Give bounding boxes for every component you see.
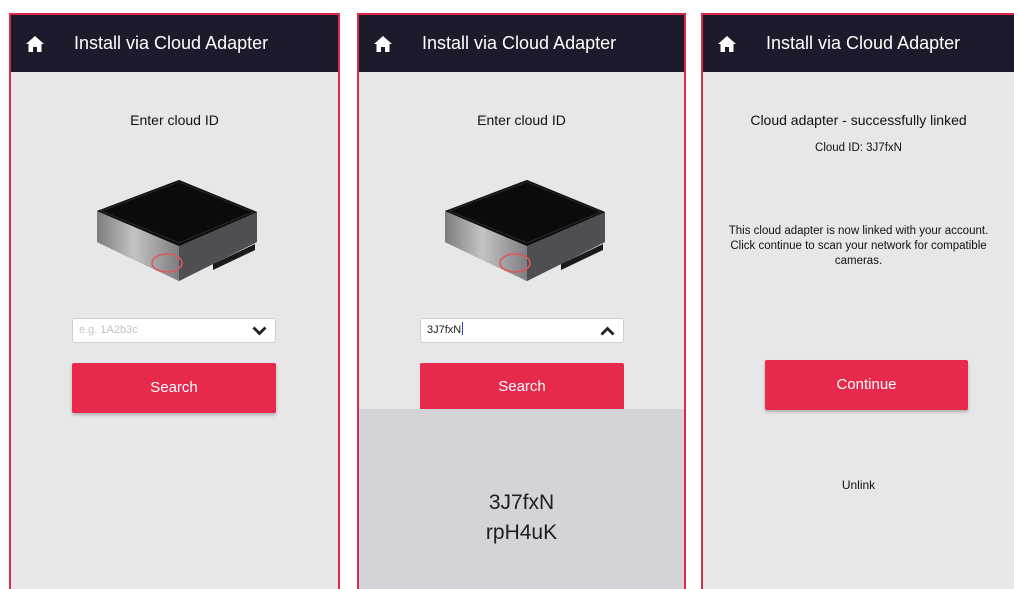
enter-cloud-id-heading: Enter cloud ID <box>130 112 219 128</box>
screen-enter-cloud-id-picker: Install via Cloud Adapter Enter cloud ID… <box>357 13 686 589</box>
screen-linked: Install via Cloud Adapter Cloud adapter … <box>701 13 1014 589</box>
search-button[interactable]: Search <box>420 363 624 409</box>
continue-button[interactable]: Continue <box>765 360 968 410</box>
screen-enter-cloud-id: Install via Cloud Adapter Enter cloud ID… <box>9 13 340 589</box>
cloud-id-placeholder: e.g. 1A2b3c <box>79 324 138 336</box>
home-icon[interactable] <box>374 36 392 52</box>
search-button[interactable]: Search <box>72 363 276 413</box>
page-title: Install via Cloud Adapter <box>422 33 617 53</box>
unlink-link[interactable]: Unlink <box>703 478 1014 492</box>
chevron-down-icon[interactable] <box>252 325 267 337</box>
top-bar: Install via Cloud Adapter <box>703 15 1014 72</box>
top-bar: Install via Cloud Adapter <box>11 15 338 72</box>
cloud-adapter-device-image <box>97 180 257 281</box>
page-title: Install via Cloud Adapter <box>766 33 961 53</box>
page-title: Install via Cloud Adapter <box>74 33 269 53</box>
picker-option[interactable]: rpH4uK <box>359 521 684 545</box>
cloud-id-value: 3J7fxN <box>427 324 462 336</box>
cloud-adapter-device-image <box>445 180 605 281</box>
cloud-id-text: Cloud ID: 3J7fxN <box>815 142 902 154</box>
text-cursor <box>462 322 464 335</box>
picker-option-selected[interactable]: 3J7fxN <box>359 491 684 515</box>
linked-heading: Cloud adapter - successfully linked <box>750 112 967 128</box>
cloud-id-dropdown[interactable]: 3J7fxN <box>420 318 624 343</box>
cloud-id-picker[interactable]: 3J7fxN rpH4uK <box>359 409 684 589</box>
enter-cloud-id-heading: Enter cloud ID <box>477 112 566 128</box>
home-icon[interactable] <box>718 36 736 52</box>
home-icon[interactable] <box>26 36 44 52</box>
cloud-id-dropdown[interactable]: e.g. 1A2b3c <box>72 318 276 343</box>
linked-message: This cloud adapter is now linked with yo… <box>728 225 989 267</box>
chevron-up-icon[interactable] <box>600 325 615 337</box>
top-bar: Install via Cloud Adapter <box>359 15 684 72</box>
